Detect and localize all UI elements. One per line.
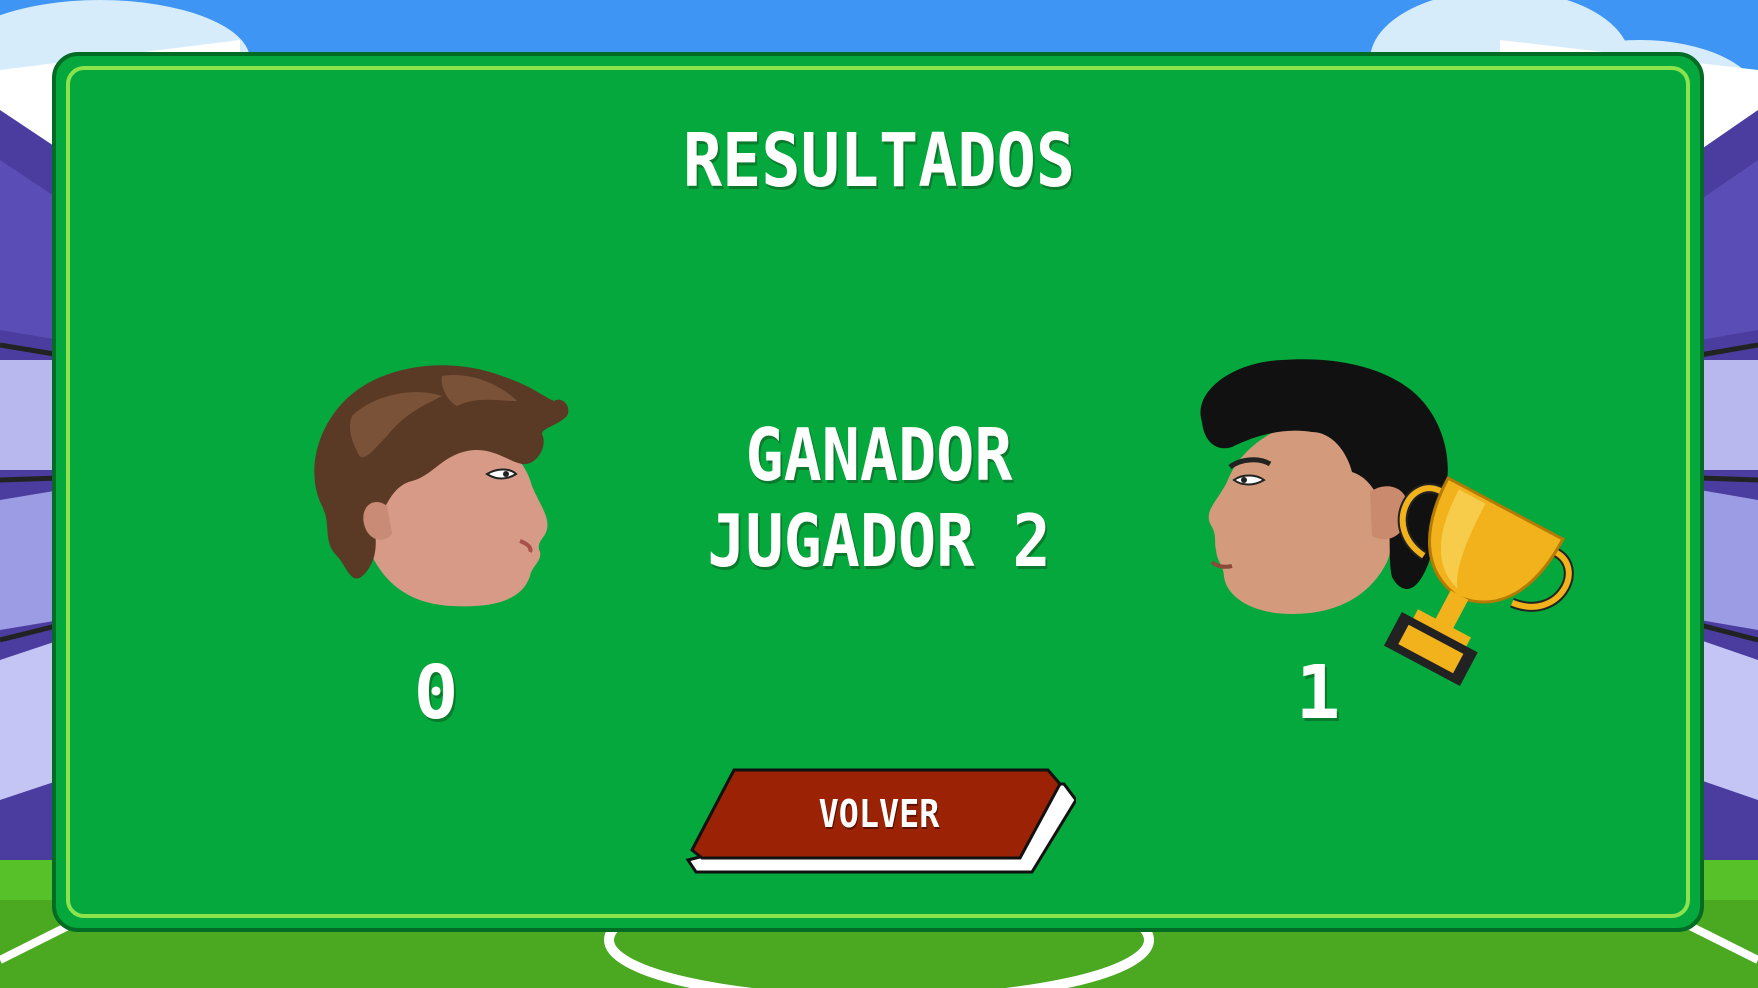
player-1-head-icon [314, 365, 569, 607]
results-screen: RESULTADOS GANADOR JUGADOR 2 0 1 VOLVER [0, 0, 1758, 988]
player-2-score: 1 [1295, 650, 1341, 736]
back-button[interactable]: VOLVER [684, 762, 1076, 882]
results-title: RESULTADOS [682, 118, 1076, 204]
back-button-label: VOLVER [818, 792, 940, 836]
player-1-score: 0 [413, 650, 459, 736]
trophy-icon [1383, 476, 1574, 686]
